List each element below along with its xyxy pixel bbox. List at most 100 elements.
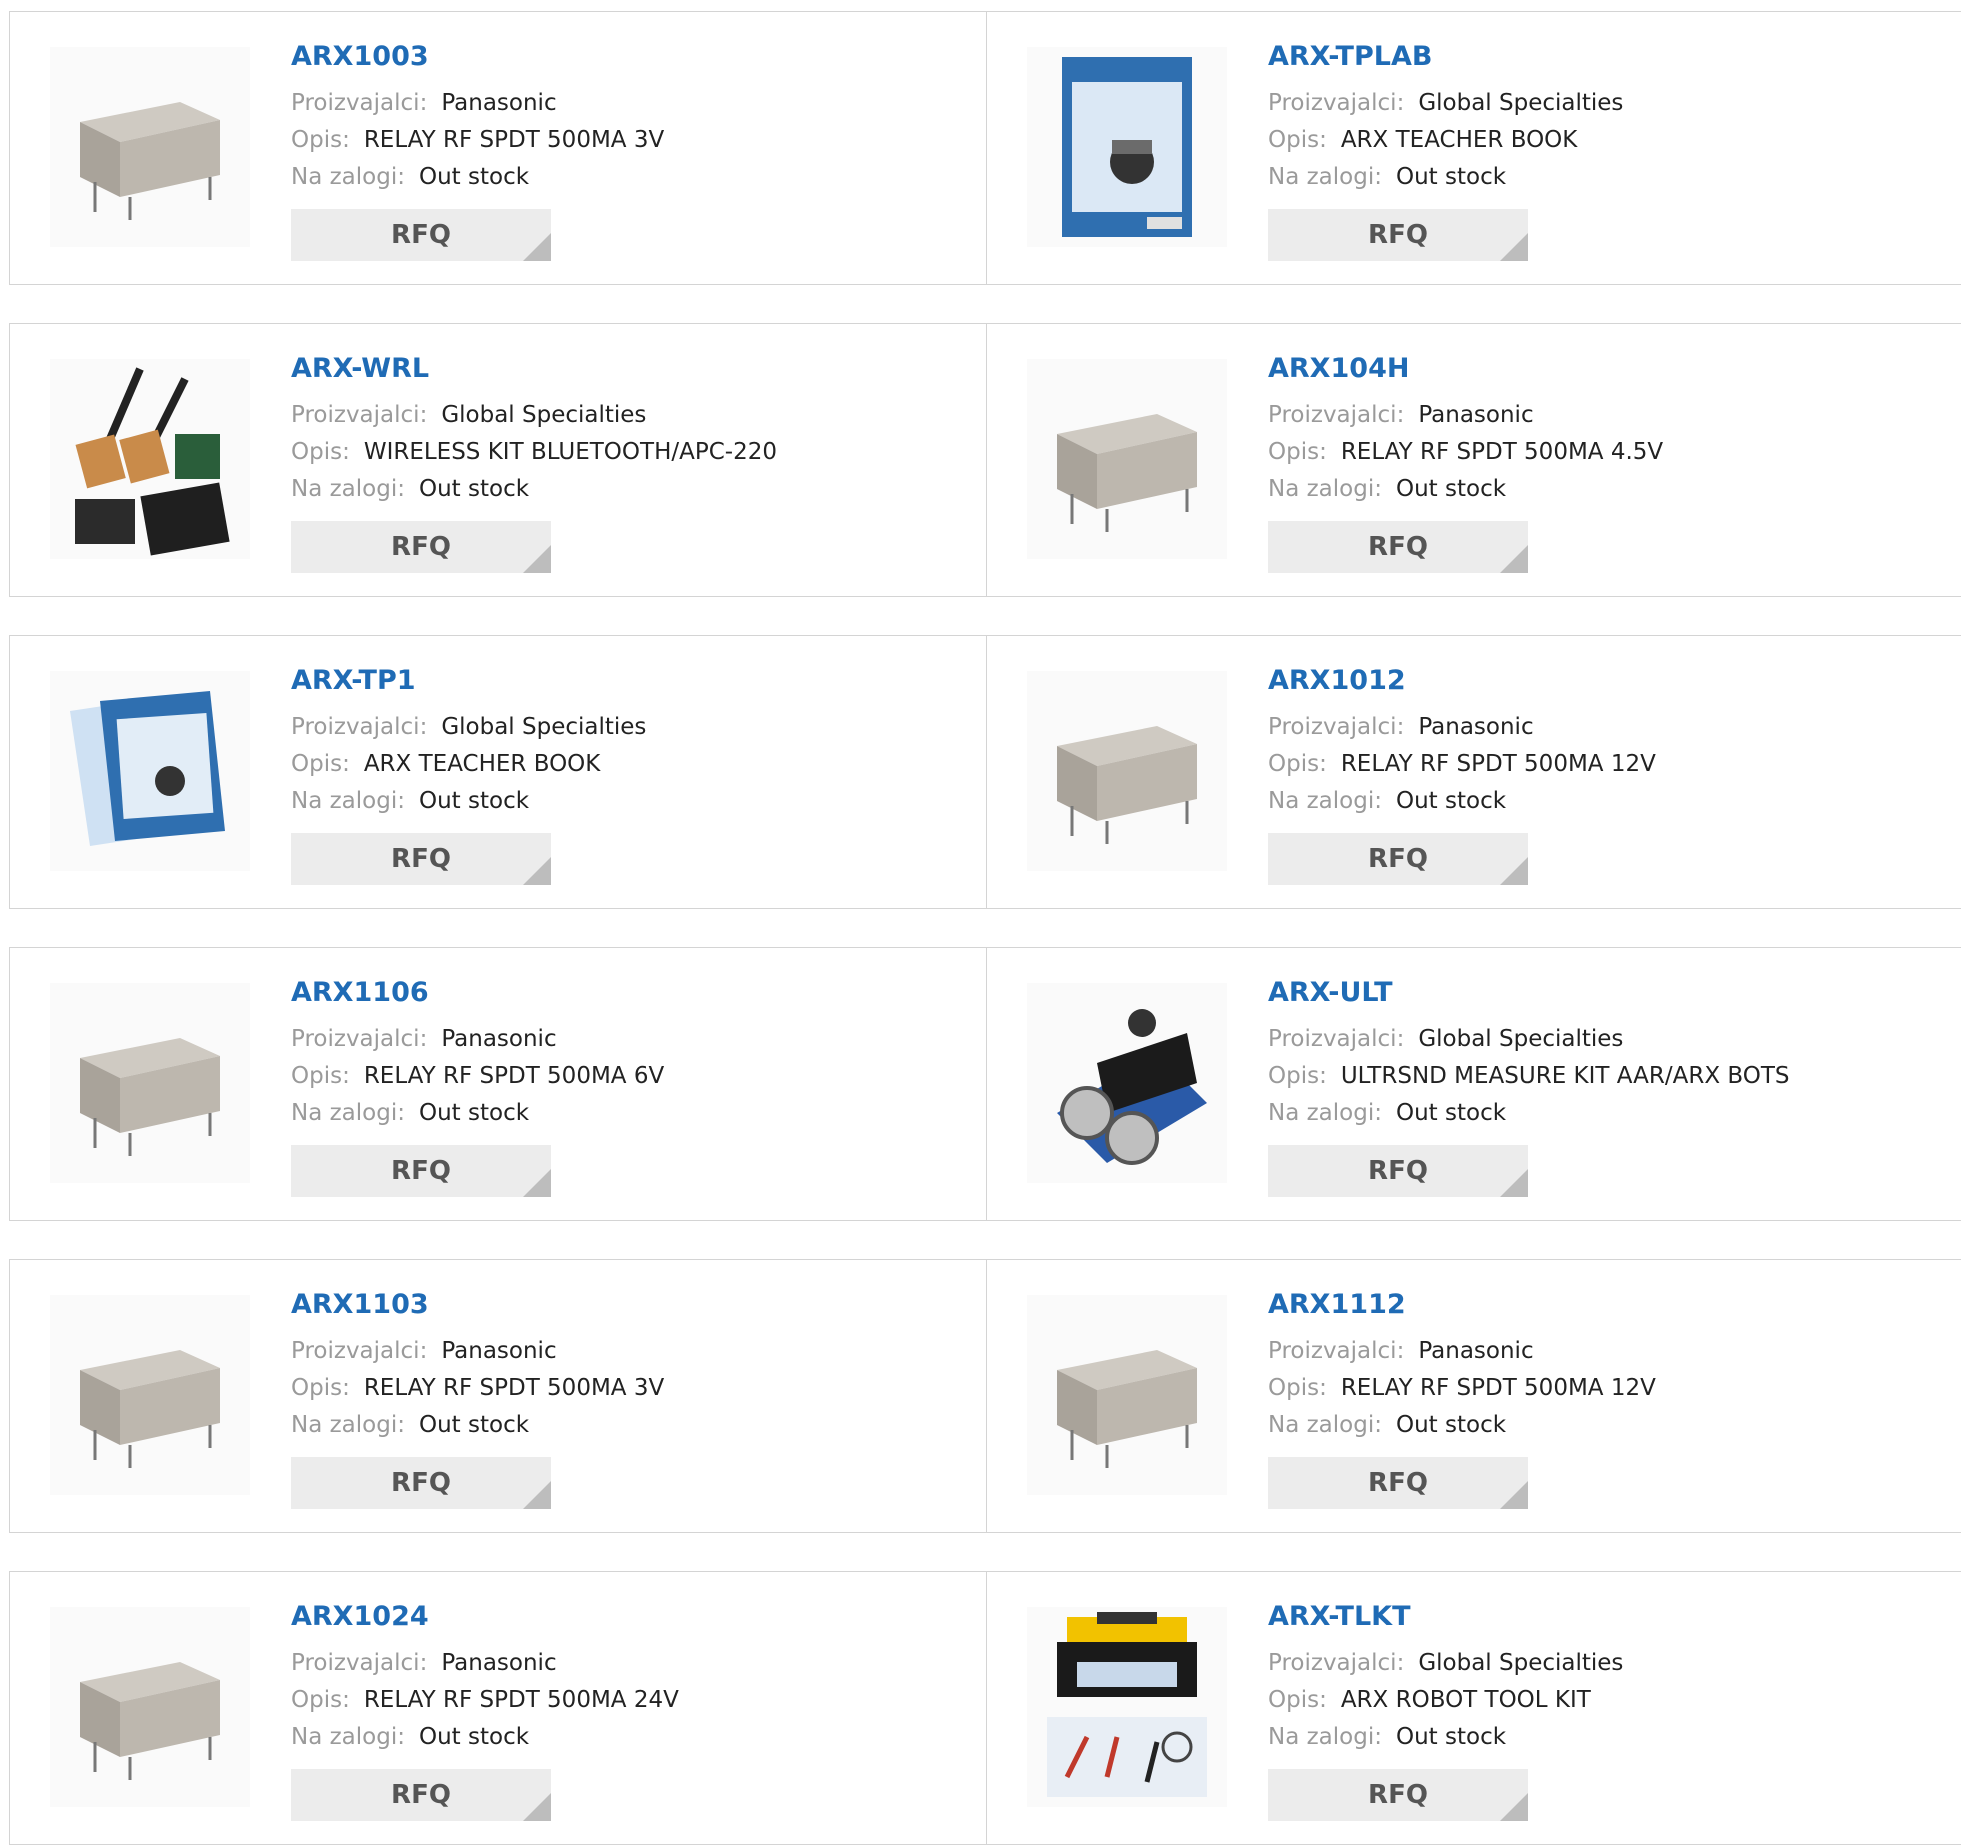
description-label: Opis:	[291, 127, 350, 153]
product-image[interactable]	[50, 47, 250, 247]
product-card: ARX104H Proizvajalci: Panasonic Opis: RELA…	[987, 323, 1961, 597]
product-image[interactable]	[50, 1607, 250, 1807]
rfq-button[interactable]: RFQ	[291, 833, 551, 885]
product-image[interactable]	[50, 359, 250, 559]
stock-label: Na zalogi:	[291, 476, 405, 502]
rfq-button[interactable]: RFQ	[1268, 521, 1528, 573]
manufacturer-row: Proizvajalci: Global Specialties	[1268, 1021, 1790, 1058]
product-image[interactable]	[1027, 983, 1227, 1183]
product-card: ARX1103 Proizvajalci: Panasonic Opis: RELA…	[9, 1259, 987, 1533]
description-row: Opis: RELAY RF SPDT 500MA 3V	[291, 1370, 664, 1407]
description-label: Opis:	[1268, 1063, 1327, 1089]
part-number-link[interactable]: ARX1103	[291, 1288, 664, 1322]
description-label: Opis:	[291, 1687, 350, 1713]
rfq-button[interactable]: RFQ	[291, 209, 551, 261]
stock-label: Na zalogi:	[1268, 1100, 1382, 1126]
stock-value: Out stock	[1395, 476, 1507, 502]
product-image[interactable]	[1027, 359, 1227, 559]
manufacturer-label: Proizvajalci:	[1268, 1650, 1405, 1676]
part-number-link[interactable]: ARX1003	[291, 40, 664, 74]
stock-value: Out stock	[418, 788, 530, 814]
rfq-button[interactable]: RFQ	[291, 521, 551, 573]
description-value: ARX TEACHER BOOK	[363, 751, 601, 777]
stock-value: Out stock	[418, 1412, 530, 1438]
manufacturer-row: Proizvajalci: Panasonic	[291, 1645, 679, 1682]
product-info: ARX1012 Proizvajalci: Panasonic Opis: RELA…	[1268, 664, 1656, 885]
description-label: Opis:	[1268, 439, 1327, 465]
stock-value: Out stock	[1395, 1724, 1507, 1750]
stock-value: Out stock	[418, 476, 530, 502]
description-row: Opis: ARX TEACHER BOOK	[291, 746, 646, 783]
manufacturer-value: Panasonic	[441, 1338, 557, 1364]
description-value: RELAY RF SPDT 500MA 24V	[363, 1687, 679, 1713]
product-image[interactable]	[50, 1295, 250, 1495]
product-image[interactable]	[50, 983, 250, 1183]
description-label: Opis:	[1268, 1687, 1327, 1713]
description-value: RELAY RF SPDT 500MA 12V	[1340, 1375, 1656, 1401]
rfq-button[interactable]: RFQ	[291, 1145, 551, 1197]
product-card: ARX1106 Proizvajalci: Panasonic Opis: RELA…	[9, 947, 987, 1221]
product-info: ARX-ULT Proizvajalci: Global Specialties …	[1268, 976, 1790, 1197]
manufacturer-value: Global Specialties	[1418, 1026, 1624, 1052]
description-row: Opis: RELAY RF SPDT 500MA 12V	[1268, 746, 1656, 783]
part-number-link[interactable]: ARX1024	[291, 1600, 679, 1634]
product-image[interactable]	[1027, 1607, 1227, 1807]
rfq-button[interactable]: RFQ	[291, 1769, 551, 1821]
part-number-link[interactable]: ARX104H	[1268, 352, 1663, 386]
stock-label: Na zalogi:	[1268, 164, 1382, 190]
stock-value: Out stock	[418, 1100, 530, 1126]
part-number-link[interactable]: ARX1106	[291, 976, 664, 1010]
stock-row: Na zalogi: Out stock	[291, 471, 777, 508]
part-number-link[interactable]: ARX-TLKT	[1268, 1600, 1623, 1634]
description-value: RELAY RF SPDT 500MA 3V	[363, 1375, 665, 1401]
description-label: Opis:	[1268, 127, 1327, 153]
stock-row: Na zalogi: Out stock	[291, 1407, 664, 1444]
description-row: Opis: RELAY RF SPDT 500MA 12V	[1268, 1370, 1656, 1407]
product-info: ARX-WRL Proizvajalci: Global Specialties …	[291, 352, 777, 573]
manufacturer-label: Proizvajalci:	[1268, 1338, 1405, 1364]
product-info: ARX-TP1 Proizvajalci: Global Specialties …	[291, 664, 646, 885]
manufacturer-label: Proizvajalci:	[291, 90, 428, 116]
manufacturer-label: Proizvajalci:	[1268, 90, 1405, 116]
product-card: ARX-TPLAB Proizvajalci: Global Specialtie…	[987, 11, 1961, 285]
manufacturer-value: Panasonic	[1418, 1338, 1534, 1364]
part-number-link[interactable]: ARX1012	[1268, 664, 1656, 698]
part-number-link[interactable]: ARX-ULT	[1268, 976, 1790, 1010]
stock-value: Out stock	[1395, 1100, 1507, 1126]
product-image[interactable]	[1027, 1295, 1227, 1495]
manufacturer-label: Proizvajalci:	[291, 1026, 428, 1052]
stock-label: Na zalogi:	[291, 1724, 405, 1750]
rfq-button[interactable]: RFQ	[1268, 209, 1528, 261]
description-value: RELAY RF SPDT 500MA 12V	[1340, 751, 1656, 777]
part-number-link[interactable]: ARX1112	[1268, 1288, 1656, 1322]
product-image[interactable]	[50, 671, 250, 871]
rfq-button[interactable]: RFQ	[1268, 1769, 1528, 1821]
description-row: Opis: RELAY RF SPDT 500MA 6V	[291, 1058, 664, 1095]
description-value: ARX ROBOT TOOL KIT	[1340, 1687, 1591, 1713]
product-image[interactable]	[1027, 671, 1227, 871]
stock-label: Na zalogi:	[291, 788, 405, 814]
stock-value: Out stock	[1395, 1412, 1507, 1438]
product-image[interactable]	[1027, 47, 1227, 247]
rfq-button[interactable]: RFQ	[1268, 1457, 1528, 1509]
manufacturer-row: Proizvajalci: Panasonic	[291, 1021, 664, 1058]
part-number-link[interactable]: ARX-TP1	[291, 664, 646, 698]
rfq-button[interactable]: RFQ	[1268, 833, 1528, 885]
stock-row: Na zalogi: Out stock	[291, 1095, 664, 1132]
manufacturer-label: Proizvajalci:	[291, 402, 428, 428]
manufacturer-row: Proizvajalci: Global Specialties	[1268, 85, 1623, 122]
description-row: Opis: RELAY RF SPDT 500MA 4.5V	[1268, 434, 1663, 471]
product-card: ARX1012 Proizvajalci: Panasonic Opis: RELA…	[987, 635, 1961, 909]
part-number-link[interactable]: ARX-TPLAB	[1268, 40, 1623, 74]
stock-row: Na zalogi: Out stock	[291, 159, 664, 196]
manufacturer-label: Proizvajalci:	[1268, 714, 1405, 740]
rfq-button[interactable]: RFQ	[1268, 1145, 1528, 1197]
description-row: Opis: ARX ROBOT TOOL KIT	[1268, 1682, 1623, 1719]
description-row: Opis: RELAY RF SPDT 500MA 24V	[291, 1682, 679, 1719]
part-number-link[interactable]: ARX-WRL	[291, 352, 777, 386]
manufacturer-row: Proizvajalci: Panasonic	[291, 85, 664, 122]
description-label: Opis:	[291, 1375, 350, 1401]
rfq-button[interactable]: RFQ	[291, 1457, 551, 1509]
stock-value: Out stock	[418, 1724, 530, 1750]
manufacturer-label: Proizvajalci:	[291, 1650, 428, 1676]
